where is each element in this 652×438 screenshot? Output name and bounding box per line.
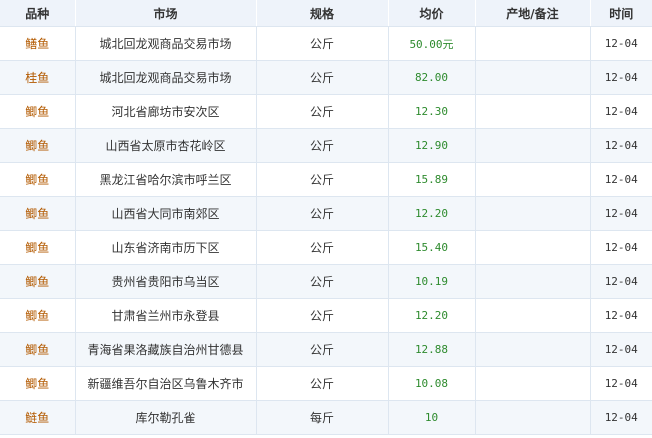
origin-cell [475, 366, 591, 401]
origin-cell [475, 26, 591, 61]
date-cell: 12-04 [590, 162, 652, 197]
table-row: 鲫鱼 河北省廊坊市安次区 公斤 12.30 12-04 [0, 94, 652, 129]
price-cell: 15.40 [388, 230, 476, 265]
date-cell: 12-04 [590, 60, 652, 95]
price-cell: 10 [388, 400, 476, 435]
market-cell: 山西省太原市杏花岭区 [75, 128, 257, 163]
price-cell: 10.08 [388, 366, 476, 401]
spec-cell: 公斤 [256, 60, 389, 95]
table-row: 鲫鱼 黑龙江省哈尔滨市呼兰区 公斤 15.89 12-04 [0, 162, 652, 197]
date-cell: 12-04 [590, 400, 652, 435]
variety-cell: 鲫鱼 [0, 264, 76, 299]
table-row: 鲫鱼 山西省大同市南郊区 公斤 12.20 12-04 [0, 196, 652, 231]
header-origin: 产地/备注 [475, 0, 591, 27]
table-row: 鲫鱼 山西省太原市杏花岭区 公斤 12.90 12-04 [0, 128, 652, 163]
date-cell: 12-04 [590, 264, 652, 299]
table-row: 鳝鱼 城北回龙观商品交易市场 公斤 50.00元 12-04 [0, 26, 652, 61]
origin-cell [475, 230, 591, 265]
table-row: 桂鱼 城北回龙观商品交易市场 公斤 82.00 12-04 [0, 60, 652, 95]
spec-cell: 公斤 [256, 264, 389, 299]
origin-cell [475, 332, 591, 367]
origin-cell [475, 264, 591, 299]
spec-cell: 公斤 [256, 26, 389, 61]
spec-cell: 每斤 [256, 400, 389, 435]
origin-cell [475, 400, 591, 435]
header-row: 品种 市场 规格 均价 产地/备注 时间 [0, 0, 652, 27]
spec-cell: 公斤 [256, 366, 389, 401]
variety-cell: 鲫鱼 [0, 196, 76, 231]
variety-cell: 鲫鱼 [0, 94, 76, 129]
price-cell: 12.20 [388, 196, 476, 231]
origin-cell [475, 298, 591, 333]
origin-cell [475, 162, 591, 197]
spec-cell: 公斤 [256, 94, 389, 129]
table-row: 鲫鱼 新疆维吾尔自治区乌鲁木齐市 公斤 10.08 12-04 [0, 366, 652, 401]
variety-cell: 鳝鱼 [0, 26, 76, 61]
date-cell: 12-04 [590, 332, 652, 367]
market-cell: 青海省果洛藏族自治州甘德县 [75, 332, 257, 367]
variety-cell: 鲫鱼 [0, 366, 76, 401]
price-cell: 10.19 [388, 264, 476, 299]
variety-cell: 鲢鱼 [0, 400, 76, 435]
origin-cell [475, 196, 591, 231]
spec-cell: 公斤 [256, 128, 389, 163]
origin-cell [475, 128, 591, 163]
spec-cell: 公斤 [256, 162, 389, 197]
market-cell: 山东省济南市历下区 [75, 230, 257, 265]
date-cell: 12-04 [590, 366, 652, 401]
market-cell: 城北回龙观商品交易市场 [75, 60, 257, 95]
variety-cell: 鲫鱼 [0, 332, 76, 367]
spec-cell: 公斤 [256, 332, 389, 367]
variety-cell: 鲫鱼 [0, 162, 76, 197]
price-cell: 15.89 [388, 162, 476, 197]
header-market: 市场 [75, 0, 257, 27]
header-spec: 规格 [256, 0, 389, 27]
origin-cell [475, 94, 591, 129]
market-cell: 城北回龙观商品交易市场 [75, 26, 257, 61]
spec-cell: 公斤 [256, 196, 389, 231]
date-cell: 12-04 [590, 94, 652, 129]
market-cell: 甘肃省兰州市永登县 [75, 298, 257, 333]
price-cell: 50.00元 [388, 26, 476, 61]
table-row: 鲫鱼 青海省果洛藏族自治州甘德县 公斤 12.88 12-04 [0, 332, 652, 367]
table-row: 鲫鱼 甘肃省兰州市永登县 公斤 12.20 12-04 [0, 298, 652, 333]
table-row: 鲫鱼 贵州省贵阳市乌当区 公斤 10.19 12-04 [0, 264, 652, 299]
date-cell: 12-04 [590, 298, 652, 333]
market-cell: 新疆维吾尔自治区乌鲁木齐市 [75, 366, 257, 401]
price-cell: 12.30 [388, 94, 476, 129]
price-cell: 82.00 [388, 60, 476, 95]
variety-cell: 鲫鱼 [0, 298, 76, 333]
variety-cell: 鲫鱼 [0, 230, 76, 265]
date-cell: 12-04 [590, 230, 652, 265]
spec-cell: 公斤 [256, 230, 389, 265]
spec-cell: 公斤 [256, 298, 389, 333]
market-cell: 库尔勒孔雀 [75, 400, 257, 435]
market-cell: 河北省廊坊市安次区 [75, 94, 257, 129]
market-cell: 贵州省贵阳市乌当区 [75, 264, 257, 299]
price-table: 品种 市场 规格 均价 产地/备注 时间 鳝鱼 城北回龙观商品交易市场 公斤 5… [0, 0, 652, 435]
header-date: 时间 [590, 0, 652, 27]
table-row: 鲢鱼 库尔勒孔雀 每斤 10 12-04 [0, 400, 652, 435]
variety-cell: 鲫鱼 [0, 128, 76, 163]
price-cell: 12.90 [388, 128, 476, 163]
price-cell: 12.88 [388, 332, 476, 367]
header-variety: 品种 [0, 0, 76, 27]
header-price: 均价 [388, 0, 476, 27]
date-cell: 12-04 [590, 196, 652, 231]
table-row: 鲫鱼 山东省济南市历下区 公斤 15.40 12-04 [0, 230, 652, 265]
date-cell: 12-04 [590, 26, 652, 61]
price-cell: 12.20 [388, 298, 476, 333]
market-cell: 黑龙江省哈尔滨市呼兰区 [75, 162, 257, 197]
origin-cell [475, 60, 591, 95]
market-cell: 山西省大同市南郊区 [75, 196, 257, 231]
date-cell: 12-04 [590, 128, 652, 163]
variety-cell: 桂鱼 [0, 60, 76, 95]
